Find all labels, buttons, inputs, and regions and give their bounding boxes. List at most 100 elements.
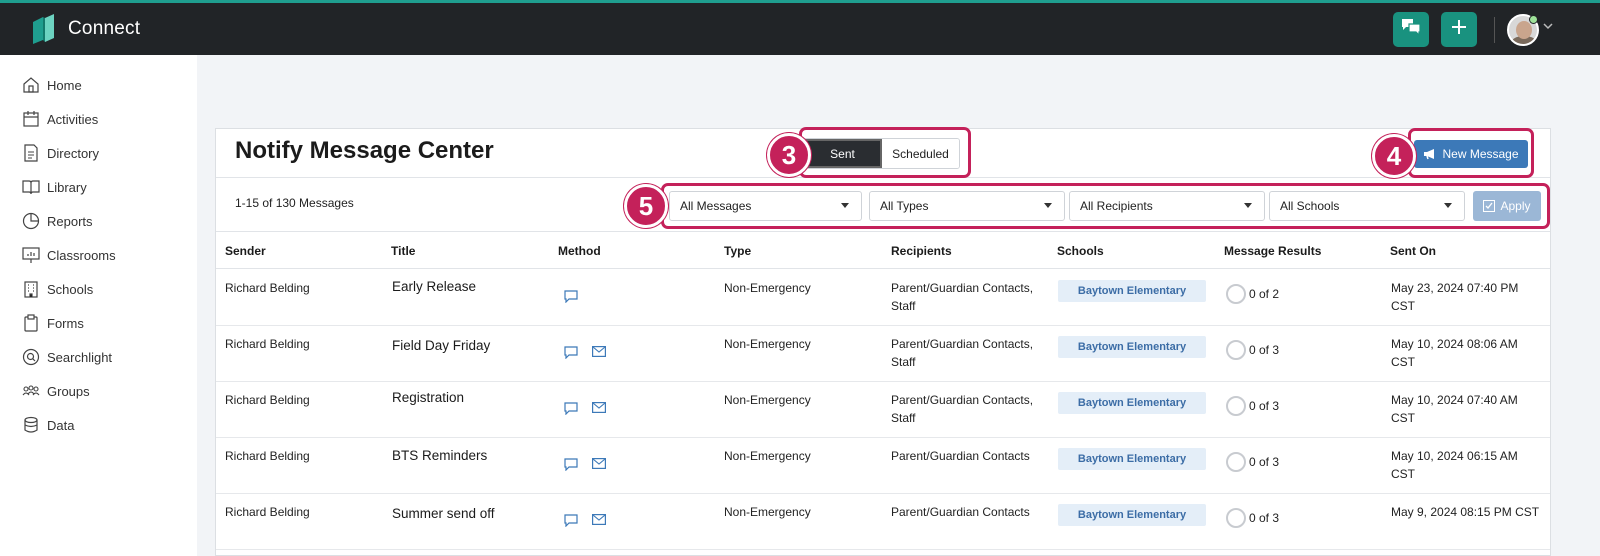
progress-ring-icon bbox=[1226, 396, 1246, 416]
sent-on-cell: May 10, 2024 06:15 AM bbox=[1391, 449, 1518, 463]
message-count: 1-15 of 130 Messages bbox=[235, 196, 354, 210]
school-badge: Baytown Elementary bbox=[1058, 280, 1206, 302]
progress-ring-icon bbox=[1226, 284, 1246, 304]
sidebar-item-classrooms[interactable]: Classrooms bbox=[22, 245, 116, 265]
sidebar-item-schools[interactable]: Schools bbox=[22, 279, 93, 299]
column-header-message-results[interactable]: Message Results bbox=[1224, 244, 1321, 258]
sidebar-item-label: Classrooms bbox=[47, 247, 116, 263]
book-icon bbox=[22, 180, 40, 195]
callout-highlight-new-message bbox=[1408, 128, 1534, 178]
type-cell: Non-Emergency bbox=[724, 449, 811, 463]
home-icon bbox=[23, 77, 39, 93]
column-header-method[interactable]: Method bbox=[558, 244, 601, 258]
sidebar-item-label: Schools bbox=[47, 281, 94, 297]
sender-cell: Richard Belding bbox=[225, 505, 310, 519]
app-frame: Connect Home Activities Directory Librar… bbox=[0, 0, 1600, 556]
recipients-cell-line2: Staff bbox=[891, 355, 916, 369]
sidebar-item-searchlight[interactable]: Searchlight bbox=[22, 347, 112, 367]
pie-chart-icon bbox=[22, 212, 40, 230]
sms-icon bbox=[564, 402, 578, 415]
connect-logo-icon bbox=[30, 14, 56, 44]
table-row[interactable]: Richard Belding BTS Reminders Non-Emerge… bbox=[216, 438, 1550, 494]
sidebar-item-library[interactable]: Library bbox=[22, 177, 87, 197]
result-text: 0 of 3 bbox=[1249, 455, 1280, 469]
method-cell bbox=[564, 514, 620, 527]
sent-on-cell: May 9, 2024 08:15 PM CST bbox=[1391, 505, 1540, 519]
progress-ring-icon bbox=[1226, 452, 1246, 472]
email-icon bbox=[592, 514, 606, 525]
school-badge: Baytown Elementary bbox=[1058, 504, 1206, 526]
sidebar-item-reports[interactable]: Reports bbox=[22, 211, 93, 231]
sidebar-item-label: Activities bbox=[47, 111, 99, 127]
search-circle-icon bbox=[22, 348, 40, 366]
result-text: 0 of 3 bbox=[1249, 343, 1280, 357]
sidebar-item-data[interactable]: Data bbox=[22, 415, 74, 435]
column-header-sent-on[interactable]: Sent On bbox=[1390, 244, 1436, 258]
sender-cell: Richard Belding bbox=[225, 337, 310, 351]
callout-badge-3: 3 bbox=[767, 133, 811, 177]
chat-button[interactable] bbox=[1393, 12, 1429, 47]
presentation-board-icon bbox=[22, 247, 40, 263]
title-cell: Field Day Friday bbox=[392, 338, 491, 353]
recipients-cell-line2: Staff bbox=[891, 299, 916, 313]
title-cell: Summer send off bbox=[392, 506, 495, 521]
sidebar-item-directory[interactable]: Directory bbox=[22, 143, 99, 163]
sidebar-item-home[interactable]: Home bbox=[22, 75, 82, 95]
building-icon bbox=[24, 281, 38, 298]
column-header-type[interactable]: Type bbox=[724, 244, 751, 258]
sidebar bbox=[0, 55, 197, 556]
recipients-cell-line2: Staff bbox=[891, 411, 916, 425]
chat-bubbles-icon bbox=[1401, 18, 1421, 41]
progress-ring-icon bbox=[1226, 340, 1246, 360]
clipboard-icon bbox=[24, 314, 38, 332]
method-cell bbox=[564, 346, 620, 359]
sidebar-item-label: Home bbox=[47, 77, 82, 93]
sms-icon bbox=[564, 458, 578, 471]
table-row[interactable]: Richard Belding Field Day Friday Non-Eme… bbox=[216, 326, 1550, 382]
table-row[interactable]: Richard Belding Registration Non-Emergen… bbox=[216, 382, 1550, 438]
column-header-sender[interactable]: Sender bbox=[225, 244, 266, 258]
message-result: 0 of 3 bbox=[1226, 340, 1279, 360]
sidebar-item-label: Forms bbox=[47, 315, 84, 331]
column-header-title[interactable]: Title bbox=[391, 244, 415, 258]
sms-icon bbox=[564, 346, 578, 359]
sms-icon bbox=[564, 290, 578, 303]
email-icon bbox=[592, 458, 606, 469]
type-cell: Non-Emergency bbox=[724, 393, 811, 407]
page-title: Notify Message Center bbox=[235, 137, 494, 164]
sender-cell: Richard Belding bbox=[225, 281, 310, 295]
type-cell: Non-Emergency bbox=[724, 505, 811, 519]
plus-icon bbox=[1451, 19, 1467, 40]
column-header-schools[interactable]: Schools bbox=[1057, 244, 1104, 258]
sidebar-item-forms[interactable]: Forms bbox=[22, 313, 84, 333]
table-row[interactable]: Richard Belding Early Release Non-Emerge… bbox=[216, 270, 1550, 326]
message-result: 0 of 2 bbox=[1226, 284, 1279, 304]
sidebar-item-label: Groups bbox=[47, 383, 90, 399]
callout-highlight-toggle bbox=[799, 127, 971, 178]
sent-on-cell-line2: CST bbox=[1391, 299, 1415, 313]
recipients-cell: Parent/Guardian Contacts, bbox=[891, 281, 1034, 295]
table-header: Sender Title Method Type Recipients Scho… bbox=[216, 231, 1550, 269]
chevron-down-icon[interactable] bbox=[1543, 21, 1553, 33]
brand[interactable]: Connect bbox=[30, 14, 140, 44]
add-button[interactable] bbox=[1441, 12, 1477, 47]
sidebar-item-groups[interactable]: Groups bbox=[22, 381, 90, 401]
database-icon bbox=[24, 416, 38, 433]
table-row[interactable]: Richard Belding Summer send off Non-Emer… bbox=[216, 494, 1550, 550]
sent-on-cell: May 10, 2024 08:06 AM bbox=[1391, 337, 1518, 351]
sidebar-item-activities[interactable]: Activities bbox=[22, 109, 98, 129]
top-bar: Connect bbox=[0, 0, 1600, 55]
school-badge: Baytown Elementary bbox=[1058, 448, 1206, 470]
column-header-recipients[interactable]: Recipients bbox=[891, 244, 952, 258]
email-icon bbox=[592, 346, 606, 357]
calendar-icon bbox=[23, 111, 39, 127]
sender-cell: Richard Belding bbox=[225, 449, 310, 463]
message-result: 0 of 3 bbox=[1226, 396, 1279, 416]
sent-on-cell-line2: CST bbox=[1391, 467, 1415, 481]
sent-on-cell: May 23, 2024 07:40 PM bbox=[1391, 281, 1519, 295]
callout-badge-5: 5 bbox=[624, 184, 668, 228]
result-text: 0 of 2 bbox=[1249, 287, 1280, 301]
recipients-cell: Parent/Guardian Contacts bbox=[891, 505, 1030, 519]
progress-ring-icon bbox=[1226, 508, 1246, 528]
school-badge: Baytown Elementary bbox=[1058, 392, 1206, 414]
